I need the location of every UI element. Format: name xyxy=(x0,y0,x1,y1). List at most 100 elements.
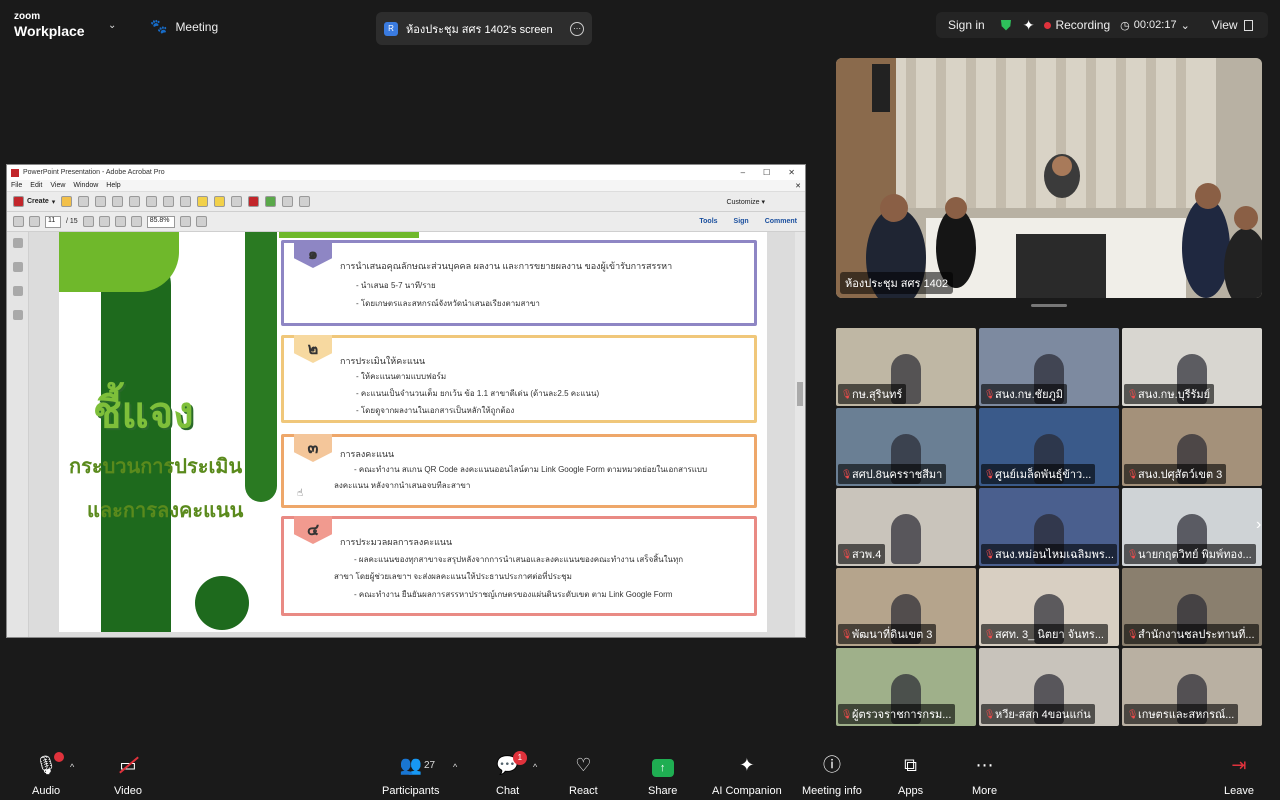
participant-name-label: 🎙 สนง.กษ.ชัยภูมิ xyxy=(981,384,1068,404)
more-button[interactable]: ⋯ More xyxy=(972,754,997,797)
customize-dropdown[interactable]: Customize ▾ xyxy=(726,198,805,206)
recording-label[interactable]: Recording xyxy=(1055,18,1110,32)
scrollbar-thumb[interactable] xyxy=(797,382,803,406)
participant-tile[interactable]: 🎙 สนง.กษ.ชัยภูมิ xyxy=(979,328,1119,406)
prev-page-icon[interactable] xyxy=(13,216,24,227)
active-speaker-video[interactable]: ห้องประชุม สศร 1402 xyxy=(836,58,1262,298)
menu-file[interactable]: File xyxy=(11,182,22,189)
comment-link[interactable]: Comment xyxy=(765,218,797,225)
participant-tile[interactable]: 🎙 สนง.กษ.บุรีรัมย์ xyxy=(1122,328,1262,406)
view-button[interactable]: View xyxy=(1212,18,1253,32)
ai-companion-button[interactable]: ✦ AI Companion xyxy=(712,754,782,797)
participant-tile[interactable]: 🎙 กษ.สุรินทร์ xyxy=(836,328,976,406)
muted-microphone-icon: 🎙 xyxy=(841,549,853,559)
combine-icon[interactable] xyxy=(265,196,277,207)
export-icon[interactable] xyxy=(248,196,260,207)
sparkle-icon[interactable]: ✦ xyxy=(1023,17,1035,34)
protect-icon[interactable] xyxy=(282,196,294,207)
sparkle-icon: ✦ xyxy=(739,755,755,775)
open-icon[interactable] xyxy=(61,196,73,207)
shield-icon[interactable]: ⛊ xyxy=(1001,17,1015,33)
comment-icon[interactable] xyxy=(197,196,209,207)
zoom-in-icon[interactable] xyxy=(130,216,142,227)
share-button[interactable]: ↑ Share xyxy=(648,754,677,797)
next-page-icon[interactable] xyxy=(29,216,40,227)
sign-link[interactable]: Sign xyxy=(734,218,749,225)
chevron-down-icon[interactable]: ⌄ xyxy=(108,20,116,31)
participant-tile[interactable]: 🎙 สศป.8นครราชสีมา xyxy=(836,408,976,486)
participant-tile[interactable]: 🎙 นายกฤตวิทย์ พิมพ์ทอง... xyxy=(1122,488,1262,566)
close-document-icon[interactable]: ✕ xyxy=(795,182,805,190)
highlight-icon[interactable] xyxy=(214,196,226,207)
upload-icon[interactable] xyxy=(112,196,124,207)
step-line: - นำเสนอ 5-7 นาที/ราย xyxy=(356,281,436,290)
participant-tile[interactable]: 🎙 ผู้ตรวจราชการกรม... xyxy=(836,648,976,726)
zoom-workplace-logo[interactable]: zoom Workplace xyxy=(14,12,85,39)
bookmarks-icon[interactable] xyxy=(13,262,23,272)
review-icon[interactable] xyxy=(299,196,311,207)
edit-icon[interactable] xyxy=(146,196,158,207)
audio-button[interactable]: 🎙 Audio xyxy=(32,752,64,797)
fit-page-icon[interactable] xyxy=(179,216,191,227)
acrobat-toolbar-main: Create ▾ Customize ▾ xyxy=(7,192,805,212)
cloud-icon[interactable] xyxy=(95,196,107,207)
participant-name: เกษตรและสหกรณ์... xyxy=(1138,709,1235,721)
participant-tile[interactable]: 🎙 สำนักงานชลประทานที่... xyxy=(1122,568,1262,646)
stamp-icon[interactable] xyxy=(231,196,243,207)
acrobat-scrollbar[interactable] xyxy=(795,232,805,637)
participant-tile[interactable]: 🎙 พัฒนาที่ดินเขต 3 xyxy=(836,568,976,646)
acrobat-window: PowerPoint Presentation - Adobe Acrobat … xyxy=(6,164,806,638)
settings-icon[interactable] xyxy=(180,196,192,207)
participant-tile[interactable]: 🎙 หวีย-สสก 4ขอนแก่น xyxy=(979,648,1119,726)
fit-width-icon[interactable] xyxy=(195,216,207,227)
hand-tool-icon[interactable] xyxy=(98,216,110,227)
step-number-badge: ๑ xyxy=(294,240,332,268)
tools-link[interactable]: Tools xyxy=(699,218,717,225)
menu-view[interactable]: View xyxy=(50,182,65,189)
chat-button[interactable]: 💬 1 Chat xyxy=(496,751,527,797)
participant-name: สำนักงานชลประทานที่... xyxy=(1138,629,1255,641)
participant-tile[interactable]: 🎙 เกษตรและสหกรณ์... xyxy=(1122,648,1262,726)
react-button[interactable]: ♡ React xyxy=(569,754,598,797)
participant-name: สศป.8นครราชสีมา xyxy=(852,469,943,481)
screen-share-icon: R xyxy=(384,21,398,36)
next-page-arrow-icon[interactable]: › xyxy=(1256,516,1261,534)
meeting-info-button[interactable]: ⓘ Meeting info xyxy=(802,754,862,797)
signatures-icon[interactable] xyxy=(13,310,23,320)
participants-options-caret[interactable]: ^ xyxy=(453,762,457,772)
print-icon[interactable] xyxy=(129,196,141,207)
menu-edit[interactable]: Edit xyxy=(30,182,42,189)
save-icon[interactable] xyxy=(78,196,90,207)
chat-options-caret[interactable]: ^ xyxy=(533,762,537,772)
resize-handle[interactable] xyxy=(1031,304,1067,307)
menu-window[interactable]: Window xyxy=(73,182,98,189)
participant-tile[interactable]: 🎙 สนง.ปศุสัตว์เขต 3 xyxy=(1122,408,1262,486)
attachments-icon[interactable] xyxy=(13,286,23,296)
shared-screen-tab[interactable]: R ห้องประชุม สศร 1402's screen ⋯ xyxy=(376,12,592,45)
sign-in-button[interactable]: Sign in xyxy=(948,18,985,32)
meeting-timer[interactable]: ◷ 00:02:17 ⌄ xyxy=(1120,19,1190,32)
video-button[interactable]: ▭ Video xyxy=(114,754,142,797)
close-icon[interactable]: ✕ xyxy=(788,168,795,177)
create-button[interactable]: Create ▾ xyxy=(13,196,55,207)
leave-button[interactable]: ⇥ Leave xyxy=(1224,754,1254,797)
participant-tile[interactable]: 🎙 ศูนย์เมล็ดพันธุ์ข้าว... xyxy=(979,408,1119,486)
minimize-icon[interactable]: – xyxy=(741,168,745,177)
apps-button[interactable]: ⧉ Apps xyxy=(898,754,923,797)
page-number-input[interactable]: 11 xyxy=(45,215,61,228)
meeting-button[interactable]: 🐾 Meeting xyxy=(150,18,218,35)
step-line: - ให้คะแนนตามแบบฟอร์ม xyxy=(356,372,447,381)
participant-tile[interactable]: 🎙 สนง.หม่อนไหมเฉลิมพร... xyxy=(979,488,1119,566)
maximize-icon[interactable]: ☐ xyxy=(763,168,770,177)
more-options-icon[interactable]: ⋯ xyxy=(570,21,584,36)
zoom-out-icon[interactable] xyxy=(114,216,126,227)
select-tool-icon[interactable] xyxy=(82,216,94,227)
zoom-level-input[interactable]: 85.8% xyxy=(146,215,175,228)
participant-tile[interactable]: 🎙 สวพ.4 xyxy=(836,488,976,566)
menu-help[interactable]: Help xyxy=(106,182,120,189)
audio-options-caret[interactable]: ^ xyxy=(70,762,74,772)
email-icon[interactable] xyxy=(163,196,175,207)
info-icon: ⓘ xyxy=(822,755,841,775)
participant-tile[interactable]: 🎙 สศท. 3_ นิตยา จันทร... xyxy=(979,568,1119,646)
page-thumbnails-icon[interactable] xyxy=(13,238,23,248)
